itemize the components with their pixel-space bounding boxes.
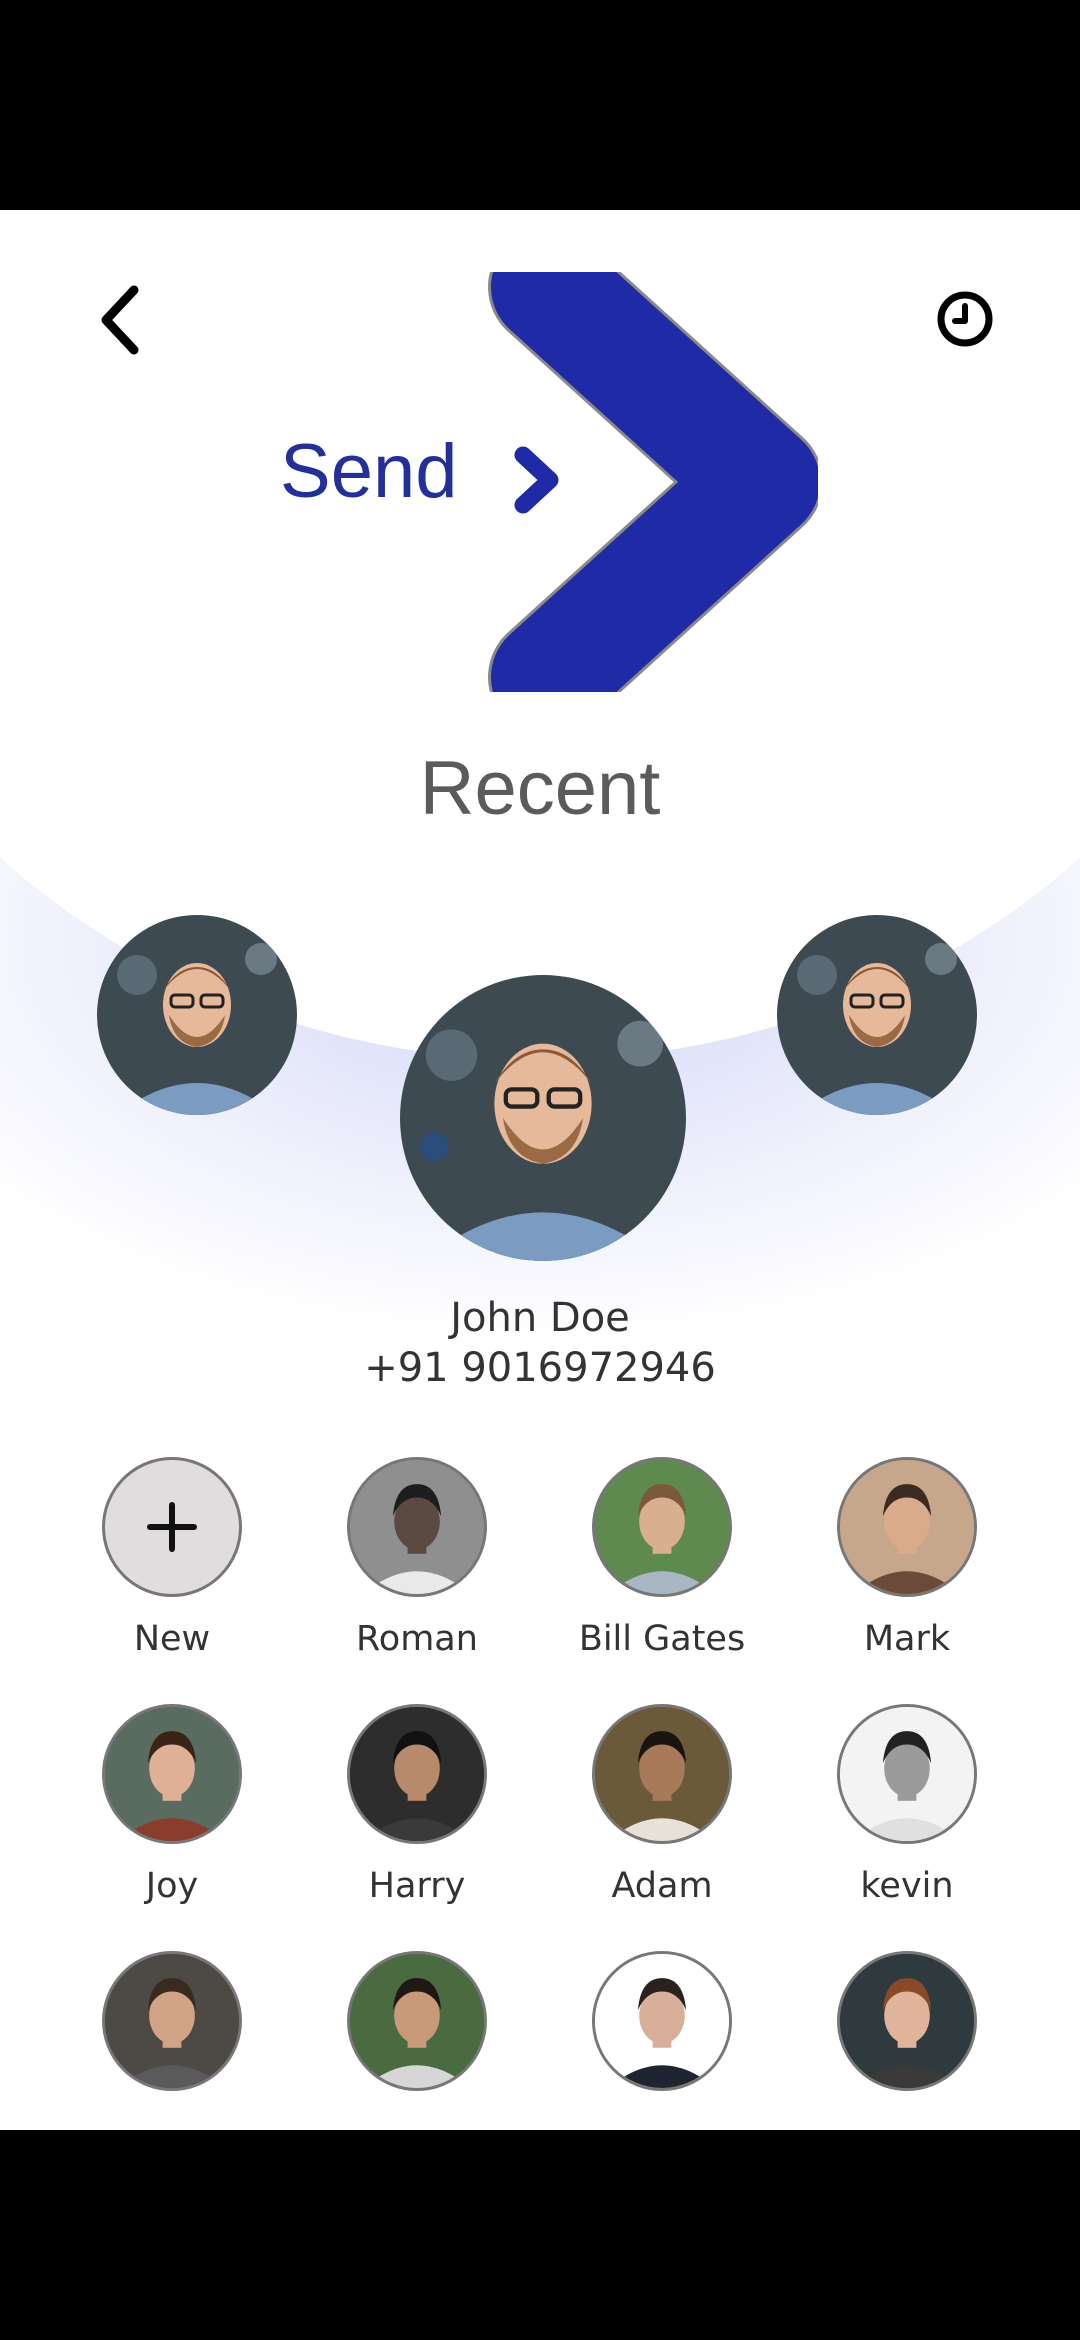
plus-icon	[147, 1502, 197, 1552]
recent-title: Recent	[419, 746, 661, 831]
contact-item[interactable]: Bill Gates	[562, 1457, 762, 1659]
recent-avatar-selected[interactable]	[400, 975, 686, 1261]
contact-item[interactable]: Mark	[807, 1457, 1007, 1659]
contact-label: Adam	[611, 1866, 713, 1906]
avatar	[347, 1457, 487, 1597]
contact-label: Roman	[356, 1619, 478, 1659]
selected-contact-phone: +91 9016972946	[364, 1345, 716, 1391]
avatar	[347, 1951, 487, 2091]
avatar	[102, 1704, 242, 1844]
contact-label: Bill Gates	[578, 1619, 746, 1659]
avatar	[837, 1704, 977, 1844]
new-contact-circle	[102, 1457, 242, 1597]
avatar	[347, 1704, 487, 1844]
chevron-left-icon	[101, 285, 139, 355]
new-contact-button[interactable]: New	[72, 1457, 272, 1659]
contact-item[interactable]: Roman	[317, 1457, 517, 1659]
back-button[interactable]	[90, 280, 160, 360]
avatar	[592, 1704, 732, 1844]
avatar	[837, 1951, 977, 2091]
contact-item[interactable]: Harry	[317, 1704, 517, 1906]
avatar	[592, 1951, 732, 2091]
send-arrow-logo	[478, 227, 823, 737]
contact-label: kevin	[860, 1866, 954, 1906]
clock-icon	[937, 291, 993, 347]
contact-item[interactable]: Adam	[562, 1704, 762, 1906]
contact-label: New	[133, 1619, 211, 1659]
send-screen: Send Recent John Doe +91 9016972946 New …	[0, 210, 1080, 2130]
recent-avatar-right[interactable]	[777, 915, 977, 1115]
send-title: Send	[280, 429, 458, 514]
contact-label: Mark	[863, 1619, 951, 1659]
recent-avatar-left[interactable]	[97, 915, 297, 1115]
contact-item[interactable]	[317, 1951, 517, 2113]
contact-item[interactable]: kevin	[807, 1704, 1007, 1906]
selected-contact-name: John Doe	[450, 1295, 630, 1341]
avatar	[102, 1951, 242, 2091]
contact-label: Harry	[368, 1866, 466, 1906]
avatar	[837, 1457, 977, 1597]
contact-item[interactable]	[807, 1951, 1007, 2113]
avatar	[592, 1457, 732, 1597]
contact-item[interactable]	[72, 1951, 272, 2113]
bubble-pointer	[500, 860, 584, 950]
history-button[interactable]	[930, 284, 1000, 354]
contact-item[interactable]	[562, 1951, 762, 2113]
contact-label: Joy	[145, 1866, 199, 1906]
contact-item[interactable]: Joy	[72, 1704, 272, 1906]
